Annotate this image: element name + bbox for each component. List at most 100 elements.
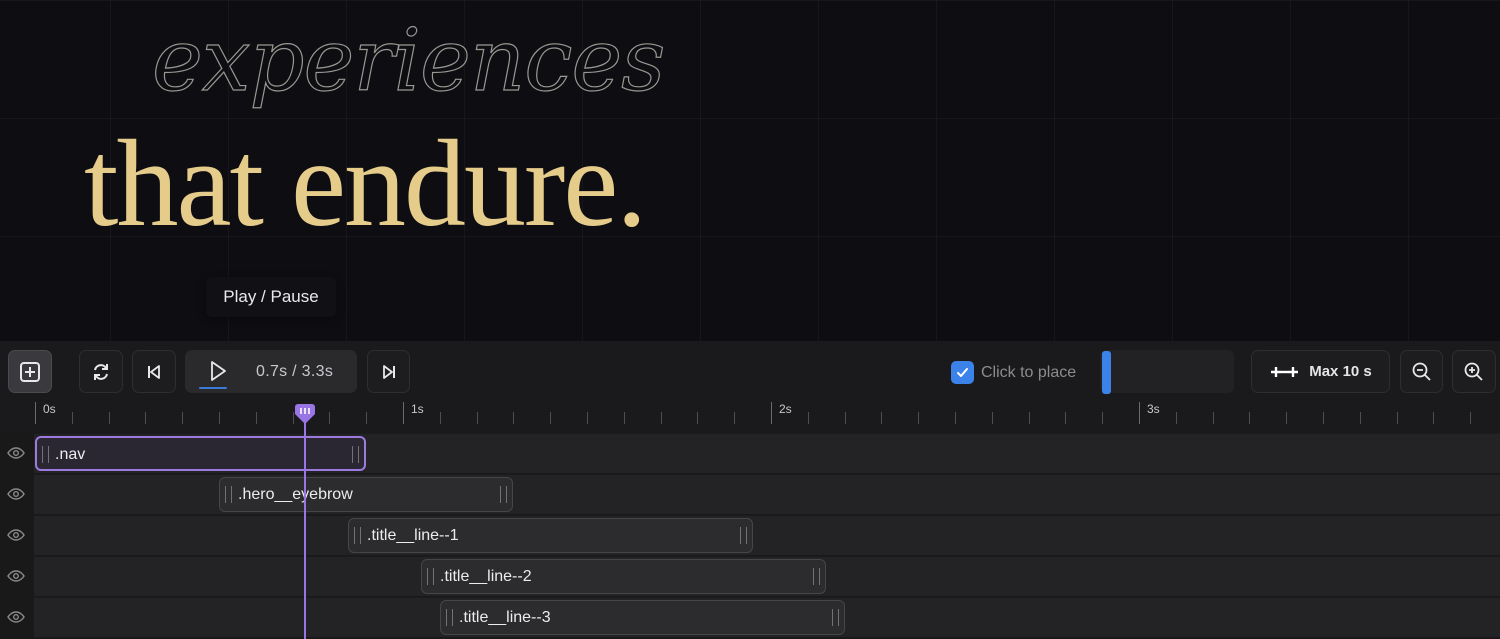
- click-to-place-checkbox[interactable]: [951, 361, 974, 384]
- ruler-minor-tick: [1213, 412, 1214, 424]
- track-row: .title__line--1: [0, 515, 1500, 555]
- zoom-in-icon: [1464, 362, 1483, 381]
- track-row: .title__line--2: [0, 556, 1500, 596]
- clip-label: .hero__eyebrow: [238, 486, 353, 503]
- ruler-minor-tick: [661, 412, 662, 424]
- animation-clip[interactable]: .title__line--3: [440, 600, 845, 635]
- max-duration-button[interactable]: Max 10 s: [1251, 350, 1390, 393]
- play-icon: [211, 361, 226, 381]
- time-readout: 0.7s / 3.3s: [256, 363, 334, 380]
- eye-icon[interactable]: [7, 609, 25, 625]
- track-row: .title__line--3: [0, 597, 1500, 637]
- clip-start-handle[interactable]: [427, 568, 434, 585]
- clip-end-handle[interactable]: [352, 446, 359, 463]
- ruler-minor-tick: [1249, 412, 1250, 424]
- time-ruler[interactable]: 0s 1s 2s 3s: [0, 400, 1500, 433]
- ruler-minor-tick: [1470, 412, 1471, 424]
- ruler-label: 3s: [1147, 402, 1160, 416]
- zoom-in-button[interactable]: [1452, 350, 1496, 393]
- ruler-minor-tick: [587, 412, 588, 424]
- zoom-out-icon: [1412, 362, 1431, 381]
- ruler-minor-tick: [550, 412, 551, 424]
- timeline-toolbar: 0.7s / 3.3s Click to place Max 10 s: [0, 341, 1500, 400]
- eye-icon[interactable]: [7, 486, 25, 502]
- ruler-minor-tick: [1323, 412, 1324, 424]
- ruler-label: 2s: [779, 402, 792, 416]
- ruler-minor-tick: [513, 412, 514, 424]
- hero-headline: that endure.: [84, 115, 647, 252]
- ruler-minor-tick: [1360, 412, 1361, 424]
- ruler-minor-tick: [1029, 412, 1030, 424]
- preview-canvas: experiences that endure. Play / Pause: [0, 0, 1500, 341]
- ruler-label: 0s: [43, 402, 56, 416]
- ruler-major-tick: [403, 402, 404, 424]
- eye-icon[interactable]: [7, 568, 25, 584]
- play-pause-button[interactable]: [185, 350, 245, 393]
- ruler-minor-tick: [808, 412, 809, 424]
- max-duration-label: Max 10 s: [1309, 363, 1372, 380]
- place-marker[interactable]: [1102, 351, 1111, 394]
- skip-to-end-button[interactable]: [367, 350, 410, 393]
- clip-end-handle[interactable]: [500, 486, 507, 503]
- animation-clip[interactable]: .title__line--1: [348, 518, 753, 553]
- ruler-minor-tick: [72, 412, 73, 424]
- ruler-minor-tick: [992, 412, 993, 424]
- play-pause-tooltip: Play / Pause: [206, 277, 336, 317]
- animation-clip[interactable]: .hero__eyebrow: [219, 477, 513, 512]
- ruler-minor-tick: [256, 412, 257, 424]
- expand-icon: [1271, 366, 1299, 377]
- animation-clip[interactable]: .title__line--2: [421, 559, 826, 594]
- checkmark-icon: [957, 368, 968, 377]
- ruler-minor-tick: [697, 412, 698, 424]
- ruler-minor-tick: [329, 412, 330, 424]
- ruler-minor-tick: [624, 412, 625, 424]
- loop-button[interactable]: [79, 350, 123, 393]
- clip-start-handle[interactable]: [42, 446, 49, 463]
- clip-label: .title__line--2: [440, 568, 532, 585]
- clip-label: .nav: [55, 446, 86, 463]
- ruler-major-tick: [1139, 402, 1140, 424]
- ruler-minor-tick: [219, 412, 220, 424]
- skip-to-start-button[interactable]: [132, 350, 176, 393]
- ruler-minor-tick: [109, 412, 110, 424]
- ruler-minor-tick: [1433, 412, 1434, 424]
- ruler-minor-tick: [440, 412, 441, 424]
- clip-end-handle[interactable]: [832, 609, 839, 626]
- ruler-minor-tick: [918, 412, 919, 424]
- eye-icon[interactable]: [7, 445, 25, 461]
- ruler-minor-tick: [734, 412, 735, 424]
- ruler-minor-tick: [881, 412, 882, 424]
- zoom-out-button[interactable]: [1400, 350, 1443, 393]
- playhead-handle[interactable]: [293, 403, 317, 425]
- ruler-minor-tick: [955, 412, 956, 424]
- track-list: .nav .hero__eyebrow .title__line--1 .title_…: [0, 433, 1500, 639]
- eye-icon[interactable]: [7, 527, 25, 543]
- track-row: .nav: [0, 433, 1500, 473]
- skip-to-end-icon: [382, 364, 395, 379]
- ruler-minor-tick: [366, 412, 367, 424]
- ruler-minor-tick: [182, 412, 183, 424]
- clip-start-handle[interactable]: [354, 527, 361, 544]
- ruler-minor-tick: [1065, 412, 1066, 424]
- place-slot[interactable]: [1100, 350, 1234, 394]
- animation-clip[interactable]: .nav: [35, 436, 366, 471]
- track-row: .hero__eyebrow: [0, 474, 1500, 514]
- clip-end-handle[interactable]: [740, 527, 747, 544]
- click-to-place-label[interactable]: Click to place: [981, 361, 1076, 384]
- ruler-minor-tick: [145, 412, 146, 424]
- plus-square-icon: [20, 361, 40, 382]
- clip-label: .title__line--3: [459, 609, 551, 626]
- ruler-label: 1s: [411, 402, 424, 416]
- clip-start-handle[interactable]: [225, 486, 232, 503]
- ruler-minor-tick: [1176, 412, 1177, 424]
- clip-start-handle[interactable]: [446, 609, 453, 626]
- ruler-major-tick: [771, 402, 772, 424]
- playback-group: 0.7s / 3.3s: [185, 350, 357, 393]
- loop-icon: [94, 363, 108, 380]
- add-track-button[interactable]: [8, 350, 52, 393]
- ruler-minor-tick: [1102, 412, 1103, 424]
- clip-label: .title__line--1: [367, 527, 459, 544]
- clip-end-handle[interactable]: [813, 568, 820, 585]
- track-lane[interactable]: [34, 515, 1500, 555]
- ruler-minor-tick: [477, 412, 478, 424]
